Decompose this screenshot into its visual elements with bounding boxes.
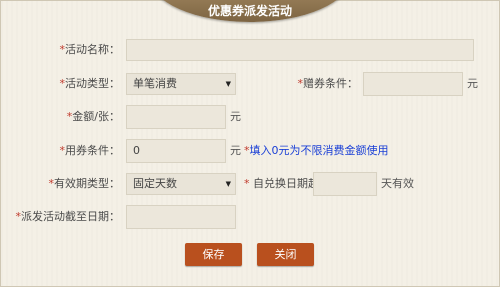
gift-condition-unit: 元 [467,77,478,90]
activity-name-input[interactable] [126,39,474,61]
valid-days-input[interactable] [313,172,377,196]
activity-type-label: *活动类型： [59,77,121,90]
activity-type-select[interactable]: 单笔消费 ▼ [126,73,236,95]
gift-condition-label: *赠券条件： [297,77,359,90]
validity-type-select[interactable]: 固定天数 ▼ [126,173,236,195]
validity-type-value: 固定天数 [133,177,177,190]
use-condition-hint: *填入0元为不限消费金额使用 [244,144,389,157]
dialog-title: 优惠券派发活动 [207,4,292,18]
use-condition-label: *用券条件： [59,144,121,157]
dropdown-arrow-icon: ▼ [225,80,231,88]
deadline-input[interactable] [126,205,236,229]
valid-days-unit: 天有效 [381,177,414,190]
dropdown-arrow-icon: ▼ [225,180,231,188]
use-condition-unit: 元 [230,144,241,157]
validity-type-label: *有效期类型： [48,177,121,190]
activity-name-label: *活动名称： [59,43,121,56]
amount-label: *金额/张： [66,110,120,123]
use-condition-input[interactable]: 0 [126,139,226,163]
activity-type-value: 单笔消费 [133,77,177,90]
deadline-label: *派发活动截至日期： [15,210,121,223]
amount-unit: 元 [230,110,241,123]
valid-from-label: * 自兑换日期起 [244,177,319,190]
save-button[interactable]: 保存 [185,243,242,266]
close-button[interactable]: 关闭 [257,243,314,266]
gift-condition-input[interactable] [363,72,463,96]
amount-input[interactable] [126,105,226,129]
